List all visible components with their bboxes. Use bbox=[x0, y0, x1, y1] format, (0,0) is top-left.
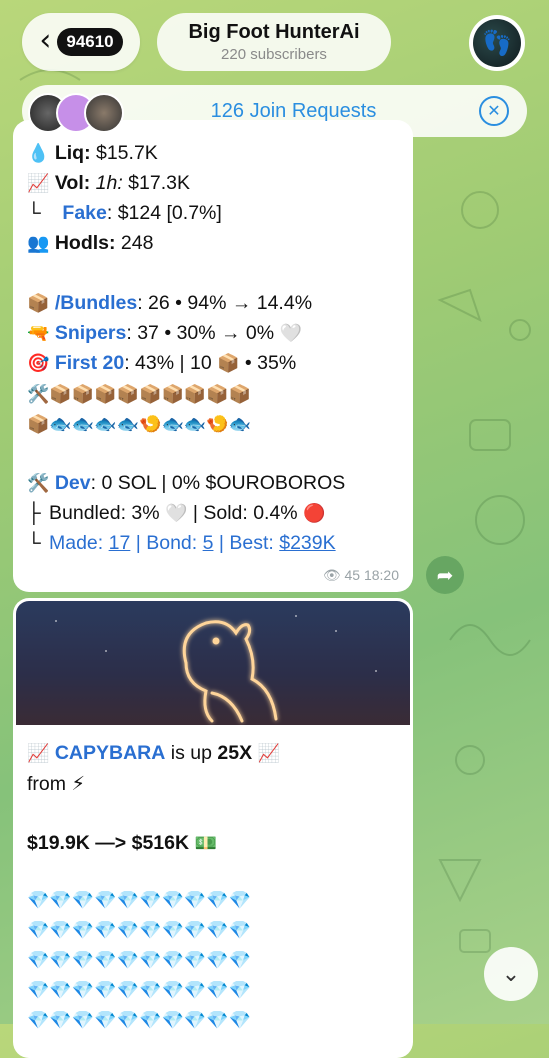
dev-line: 🛠️ Dev: 0 SOL | 0% $OUROBOROS bbox=[27, 472, 346, 494]
bundles-link[interactable]: /Bundles bbox=[55, 292, 137, 314]
white-heart-icon: 🤍 bbox=[279, 323, 302, 344]
footprints-icon: 👣 bbox=[473, 19, 521, 67]
white-heart-icon: 🤍 bbox=[165, 503, 188, 524]
eye-icon: 👁 bbox=[322, 567, 341, 583]
droplet-icon: 💧 bbox=[27, 143, 50, 164]
made-count-link[interactable]: 17 bbox=[109, 532, 131, 554]
chart-up-icon: 📈 bbox=[27, 743, 50, 764]
back-button[interactable]: ‹ 94610 bbox=[22, 13, 140, 71]
share-button[interactable]: ➦ bbox=[426, 556, 464, 594]
snipers-line: 🔫 Snipers: 37 • 30% → 0% 🤍 bbox=[27, 322, 302, 344]
diamond-row: 💎💎💎💎💎💎💎💎💎💎 bbox=[27, 890, 252, 911]
fake-line: └ Fake: $124 [0.7%] bbox=[27, 202, 222, 224]
capybara-image[interactable] bbox=[16, 601, 410, 725]
subscriber-count: 220 subscribers bbox=[221, 46, 327, 63]
best-value-link[interactable]: $239K bbox=[279, 532, 335, 554]
bond-count-link[interactable]: 5 bbox=[203, 532, 214, 554]
diamond-row: 💎💎💎💎💎💎💎💎💎💎 bbox=[27, 920, 252, 941]
price-change-line: $19.9K —> $516K 💵 bbox=[27, 832, 217, 854]
from-line: from ⚡ bbox=[27, 773, 86, 795]
water-pistol-icon: 🔫 bbox=[27, 323, 50, 344]
tree-branch-icon: └ bbox=[27, 532, 41, 554]
chevron-left-icon: ‹ bbox=[39, 22, 52, 58]
bundles-line: 📦 /Bundles: 26 • 94% → 14.4% bbox=[27, 292, 313, 314]
scroll-down-button[interactable]: ⌄ bbox=[484, 947, 538, 1001]
package-icon: 📦 bbox=[217, 353, 240, 374]
liq-line: 💧 Liq: $15.7K bbox=[27, 142, 158, 164]
capybara-neon-drawing bbox=[55, 615, 377, 723]
message-bubble[interactable]: 💧 Liq: $15.7K 📈 Vol: 1h: $17.3K └ Fake: … bbox=[13, 120, 413, 592]
bundled-line: ├ Bundled: 3% 🤍 | Sold: 0.4% 🔴 bbox=[27, 502, 326, 524]
diamond-row: 💎💎💎💎💎💎💎💎💎💎 bbox=[27, 1010, 252, 1031]
requester-avatars bbox=[28, 91, 138, 133]
chart-up-icon: 📈 bbox=[27, 173, 50, 194]
diamond-row: 💎💎💎💎💎💎💎💎💎💎 bbox=[27, 950, 252, 971]
chevron-down-icon: ⌄ bbox=[501, 961, 521, 986]
tools-icon: 🛠️ bbox=[27, 473, 50, 494]
fake-link[interactable]: Fake bbox=[62, 202, 106, 224]
share-arrow-icon: ➦ bbox=[436, 564, 454, 587]
vol-line: 📈 Vol: 1h: $17.3K bbox=[27, 172, 190, 194]
chart-up-icon: 📈 bbox=[257, 743, 280, 764]
target-icon: 🎯 bbox=[27, 353, 50, 374]
view-count: 45 bbox=[344, 567, 361, 583]
hodls-line: 👥 Hodls: 248 bbox=[27, 232, 154, 254]
close-icon[interactable]: ✕ bbox=[479, 96, 509, 126]
emoji-row: 🛠️📦📦📦📦📦📦📦📦📦 bbox=[27, 384, 252, 405]
tree-branch-icon: └ bbox=[27, 202, 41, 224]
channel-avatar[interactable]: 👣 bbox=[469, 15, 525, 71]
join-requests-label[interactable]: 126 Join Requests bbox=[108, 100, 479, 123]
token-link[interactable]: CAPYBARA bbox=[55, 742, 166, 764]
first20-line: 🎯 First 20: 43% | 10 📦 • 35% bbox=[27, 352, 297, 374]
channel-title[interactable]: Big Foot HunterAi 220 subscribers bbox=[157, 13, 391, 71]
diamond-row: 💎💎💎💎💎💎💎💎💎💎 bbox=[27, 980, 252, 1001]
money-icon: 💵 bbox=[194, 833, 217, 854]
people-icon: 👥 bbox=[27, 233, 50, 254]
message-bubble[interactable]: 📈 CAPYBARA is up 25X 📈 from ⚡ $19.9K —> … bbox=[13, 598, 413, 1058]
made-line: └ Made: 17 | Bond: 5 | Best: $239K bbox=[27, 532, 336, 554]
red-circle-icon: 🔴 bbox=[303, 503, 326, 524]
avatar bbox=[84, 93, 124, 133]
message-meta: 👁 45 18:20 bbox=[323, 567, 399, 584]
pump-line: 📈 CAPYBARA is up 25X 📈 bbox=[27, 742, 280, 764]
first20-link[interactable]: First 20 bbox=[55, 352, 124, 374]
emoji-row: 📦🐟🐟🐟🐟🍤🐟🐟🍤🐟 bbox=[27, 414, 252, 435]
package-icon: 📦 bbox=[27, 293, 50, 314]
join-requests-bar[interactable]: 126 Join Requests ✕ bbox=[22, 85, 527, 137]
message-time: 18:20 bbox=[363, 567, 399, 583]
channel-name: Big Foot HunterAi bbox=[188, 21, 360, 43]
dev-link[interactable]: Dev bbox=[55, 472, 91, 494]
tree-branch-icon: ├ bbox=[27, 502, 41, 524]
unread-count-badge: 94610 bbox=[57, 28, 123, 56]
snipers-link[interactable]: Snipers bbox=[55, 322, 127, 344]
